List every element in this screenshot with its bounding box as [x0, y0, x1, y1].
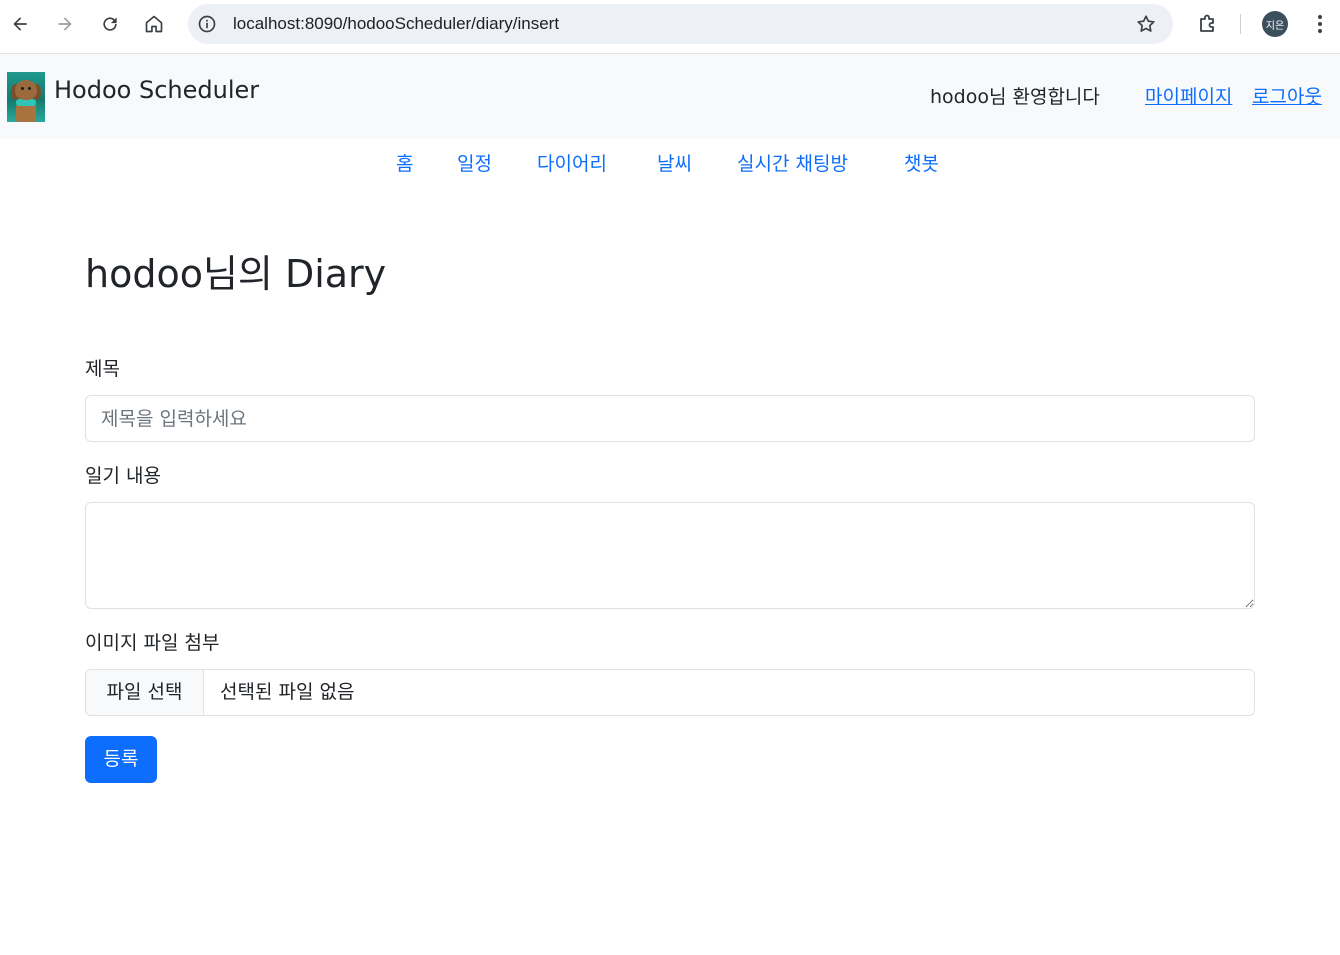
file-status-text: 선택된 파일 없음	[220, 681, 355, 703]
nav-chatbot[interactable]: 챗봇	[904, 152, 939, 176]
arrow-left-icon	[13, 17, 27, 31]
forward-button[interactable]	[50, 9, 80, 39]
extensions-puzzle-icon[interactable]	[1196, 12, 1220, 36]
site-header: Hodoo Scheduler hodoo님 환영합니다 마이페이지 로그아웃	[0, 54, 1340, 139]
brand-name[interactable]: Hodoo Scheduler	[54, 75, 259, 105]
more-menu-icon[interactable]	[1308, 12, 1332, 36]
nav-diary[interactable]: 다이어리	[537, 152, 607, 176]
nav-weather[interactable]: 날씨	[657, 152, 692, 176]
choose-file-button[interactable]: 파일 선택	[86, 670, 204, 715]
welcome-message: hodoo님 환영합니다	[930, 86, 1100, 108]
nav-home[interactable]: 홈	[396, 152, 413, 176]
content-textarea[interactable]	[85, 502, 1255, 609]
content-label: 일기 내용	[85, 465, 161, 487]
profile-avatar[interactable]: 지은	[1262, 11, 1288, 37]
logo-image[interactable]	[7, 72, 45, 122]
arrow-right-icon	[58, 17, 72, 31]
mypage-link[interactable]: 마이페이지	[1145, 85, 1232, 109]
logout-link[interactable]: 로그아웃	[1252, 85, 1322, 109]
back-button[interactable]	[5, 9, 35, 39]
browser-toolbar: localhost:8090/hodooScheduler/diary/inse…	[0, 0, 1340, 54]
home-button[interactable]	[139, 9, 169, 39]
toolbar-divider	[1240, 14, 1241, 34]
page-title: hodoo님의 Diary	[85, 252, 387, 296]
image-label: 이미지 파일 첨부	[85, 632, 220, 654]
url-text[interactable]: localhost:8090/hodooScheduler/diary/inse…	[233, 14, 559, 34]
reload-icon	[103, 17, 117, 31]
home-icon	[145, 15, 163, 33]
info-icon[interactable]	[197, 14, 217, 34]
image-file-input[interactable]: 파일 선택 선택된 파일 없음	[85, 669, 1255, 716]
reload-button[interactable]	[95, 9, 125, 39]
nav-chat-room[interactable]: 실시간 채팅방	[737, 152, 848, 176]
address-bar[interactable]: localhost:8090/hodooScheduler/diary/inse…	[188, 4, 1173, 44]
submit-button[interactable]: 등록	[85, 736, 157, 783]
title-input[interactable]	[85, 395, 1255, 442]
bookmark-star-icon[interactable]	[1135, 13, 1157, 35]
title-label: 제목	[85, 358, 120, 380]
main-nav: 홈 일정 다이어리 날씨 실시간 채팅방 챗봇	[0, 139, 1340, 189]
nav-schedule[interactable]: 일정	[457, 152, 492, 176]
